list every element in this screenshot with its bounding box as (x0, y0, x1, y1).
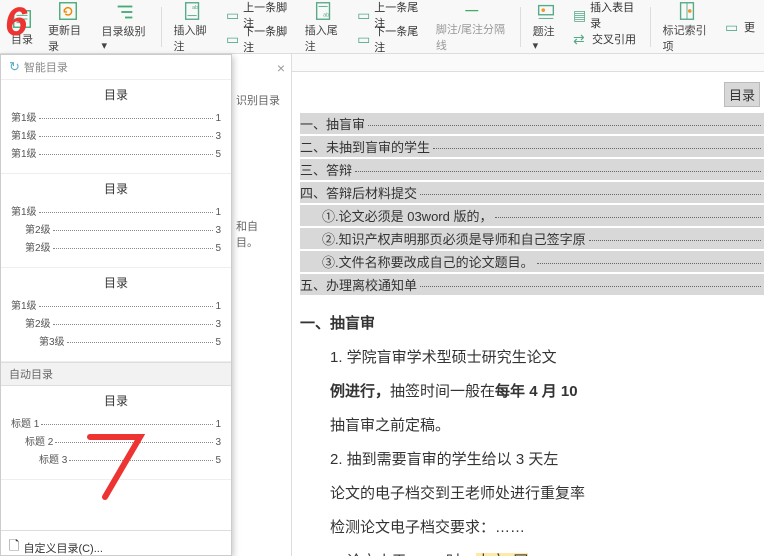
template-line: 第1级1 (11, 203, 221, 218)
paragraph: 论文的电子档交到王老师处进行重复率 (300, 479, 764, 509)
custom-toc-button[interactable]: 自定义目录(C)... (1, 530, 231, 556)
separator-label: 脚注/尾注分隔线 (436, 21, 508, 53)
template-title: 目录 (11, 180, 221, 197)
update-icon (56, 0, 80, 22)
endnote-nav: ▭上一条尾注 ▭下一条尾注 (354, 4, 426, 50)
more-button[interactable]: ▭更 (722, 16, 758, 38)
toc-entry[interactable]: 三、答辩 (300, 159, 764, 180)
separator (650, 7, 651, 47)
cross-ref-button[interactable]: ⇄交叉引用 (570, 28, 642, 50)
annotation-7-stroke (85, 432, 145, 502)
template-title: 目录 (11, 392, 221, 409)
separator-icon: ─ (460, 0, 484, 21)
template-line: 第1级5 (11, 145, 221, 160)
ribbon-toolbar: 目录 更新目录 目录级别 ▾ ab 插入脚注 ▭上一条脚注 ▭下一条脚注 ab … (0, 0, 764, 54)
toc-entry[interactable]: ③.文件名称要改成自己的论文题目。 (300, 251, 764, 272)
endnote-icon: ab (312, 0, 336, 22)
prev-endnote-icon: ▭ (357, 7, 371, 23)
document-body[interactable]: 一、抽盲审 1. 学院盲审学术型硕士研究生论文 例进行，抽签时间一般在每年 4 … (300, 309, 764, 556)
update-toc-button[interactable]: 更新目录 (44, 2, 91, 52)
section-heading: 一、抽盲审 (300, 309, 764, 339)
template-title: 目录 (11, 86, 221, 103)
side-panel-fragment: × 识别目录 和自 目。 (232, 54, 292, 556)
template-line: 第2级3 (11, 315, 221, 330)
prev-footnote-icon: ▭ (226, 7, 240, 23)
more-icon: ▭ (725, 19, 741, 35)
svg-text:ab: ab (324, 12, 330, 18)
template-line: 第1级1 (11, 109, 221, 124)
toc-level-button[interactable]: 目录级别 ▾ (97, 2, 152, 52)
toc-template[interactable]: 目录第1级1 第1级3 第1级5 (1, 80, 231, 174)
caption-tools: ▤插入表目录 ⇄交叉引用 (570, 4, 642, 50)
template-line: 第2级5 (11, 239, 221, 254)
toc-entry[interactable]: 一、抽盲审 (300, 113, 764, 134)
toc-entry[interactable]: ②.知识产权声明那页必须是导师和自己签字原 (300, 228, 764, 249)
footnote-nav: ▭上一条脚注 ▭下一条脚注 (223, 4, 295, 50)
toc-entry[interactable]: 四、答辩后材料提交 (300, 182, 764, 203)
caption-label: 题注 ▾ (533, 23, 560, 52)
template-title: 目录 (11, 274, 221, 291)
toc-title-field[interactable]: 目录 (724, 82, 760, 107)
next-footnote-icon: ▭ (226, 31, 240, 47)
insert-footnote-label: 插入脚注 (174, 22, 213, 54)
insert-endnote-label: 插入尾注 (305, 22, 344, 54)
level-icon (113, 1, 137, 23)
paragraph: 检测论文电子档交要求：…… (300, 513, 764, 543)
update-label: 更新目录 (48, 22, 87, 54)
paragraph: a. 论文小于 8MB 时，由文x网 (300, 547, 764, 556)
footnote-icon: ab (181, 0, 205, 22)
table-toc-icon: ▤ (573, 7, 587, 23)
close-icon[interactable]: × (277, 60, 285, 76)
insert-table-toc-button[interactable]: ▤插入表目录 (570, 4, 642, 26)
separator (161, 7, 162, 47)
template-line: 标题 11 (11, 415, 221, 430)
separator (520, 7, 521, 47)
paragraph: 1. 学院盲审学术型硕士研究生论文 (300, 343, 764, 373)
toc-entry[interactable]: 二、未抽到盲审的学生 (300, 136, 764, 157)
mark-index-button[interactable]: 标记索引项 (659, 2, 716, 52)
svg-text:ab: ab (192, 5, 198, 11)
toc-entry[interactable]: 五、办理离校通知单 (300, 274, 764, 295)
insert-footnote-button[interactable]: ab 插入脚注 (170, 2, 217, 52)
toc-template[interactable]: 目录第1级1 第2级3 第3级5 (1, 268, 231, 362)
paragraph: 2. 抽到需要盲审的学生给以 3 天左 (300, 445, 764, 475)
auto-toc-header: 自动目录 (1, 362, 231, 386)
ruler (292, 54, 764, 72)
annotation-6: 6 (5, 0, 27, 45)
mark-index-label: 标记索引项 (663, 22, 712, 54)
template-line: 第2级3 (11, 221, 221, 236)
smart-toc-header: 智能目录 (1, 55, 231, 80)
caption-icon (534, 1, 558, 23)
template-line: 第3级5 (11, 333, 221, 348)
next-endnote-icon: ▭ (357, 31, 371, 47)
more-group: ▭更 (722, 16, 758, 38)
next-endnote-button[interactable]: ▭下一条尾注 (354, 28, 426, 50)
insert-endnote-button[interactable]: ab 插入尾注 (301, 2, 348, 52)
page-content[interactable]: 目录 一、抽盲审二、未抽到盲审的学生三、答辩四、答辩后材料提交①.论文必须是 0… (292, 72, 764, 556)
separator-line-button: ─ 脚注/尾注分隔线 (432, 2, 512, 52)
next-footnote-button[interactable]: ▭下一条脚注 (223, 28, 295, 50)
cross-ref-icon: ⇄ (573, 31, 589, 47)
level-label: 目录级别 ▾ (101, 23, 148, 52)
document-area: 目录 一、抽盲审二、未抽到盲审的学生三、答辩四、答辩后材料提交①.论文必须是 0… (292, 54, 764, 556)
paragraph: 抽盲审之前定稿。 (300, 411, 764, 441)
template-line: 第1级1 (11, 297, 221, 312)
template-line: 第1级3 (11, 127, 221, 142)
toc-template[interactable]: 目录第1级1 第2级3 第2级5 (1, 174, 231, 268)
index-icon (675, 0, 699, 22)
toc-entry[interactable]: ①.论文必须是 03word 版的， (300, 205, 764, 226)
caption-button[interactable]: 题注 ▾ (529, 2, 564, 52)
document-toc[interactable]: 一、抽盲审二、未抽到盲审的学生三、答辩四、答辩后材料提交①.论文必须是 03wo… (300, 113, 764, 295)
paragraph: 例进行，抽签时间一般在每年 4 月 10 (300, 377, 764, 407)
